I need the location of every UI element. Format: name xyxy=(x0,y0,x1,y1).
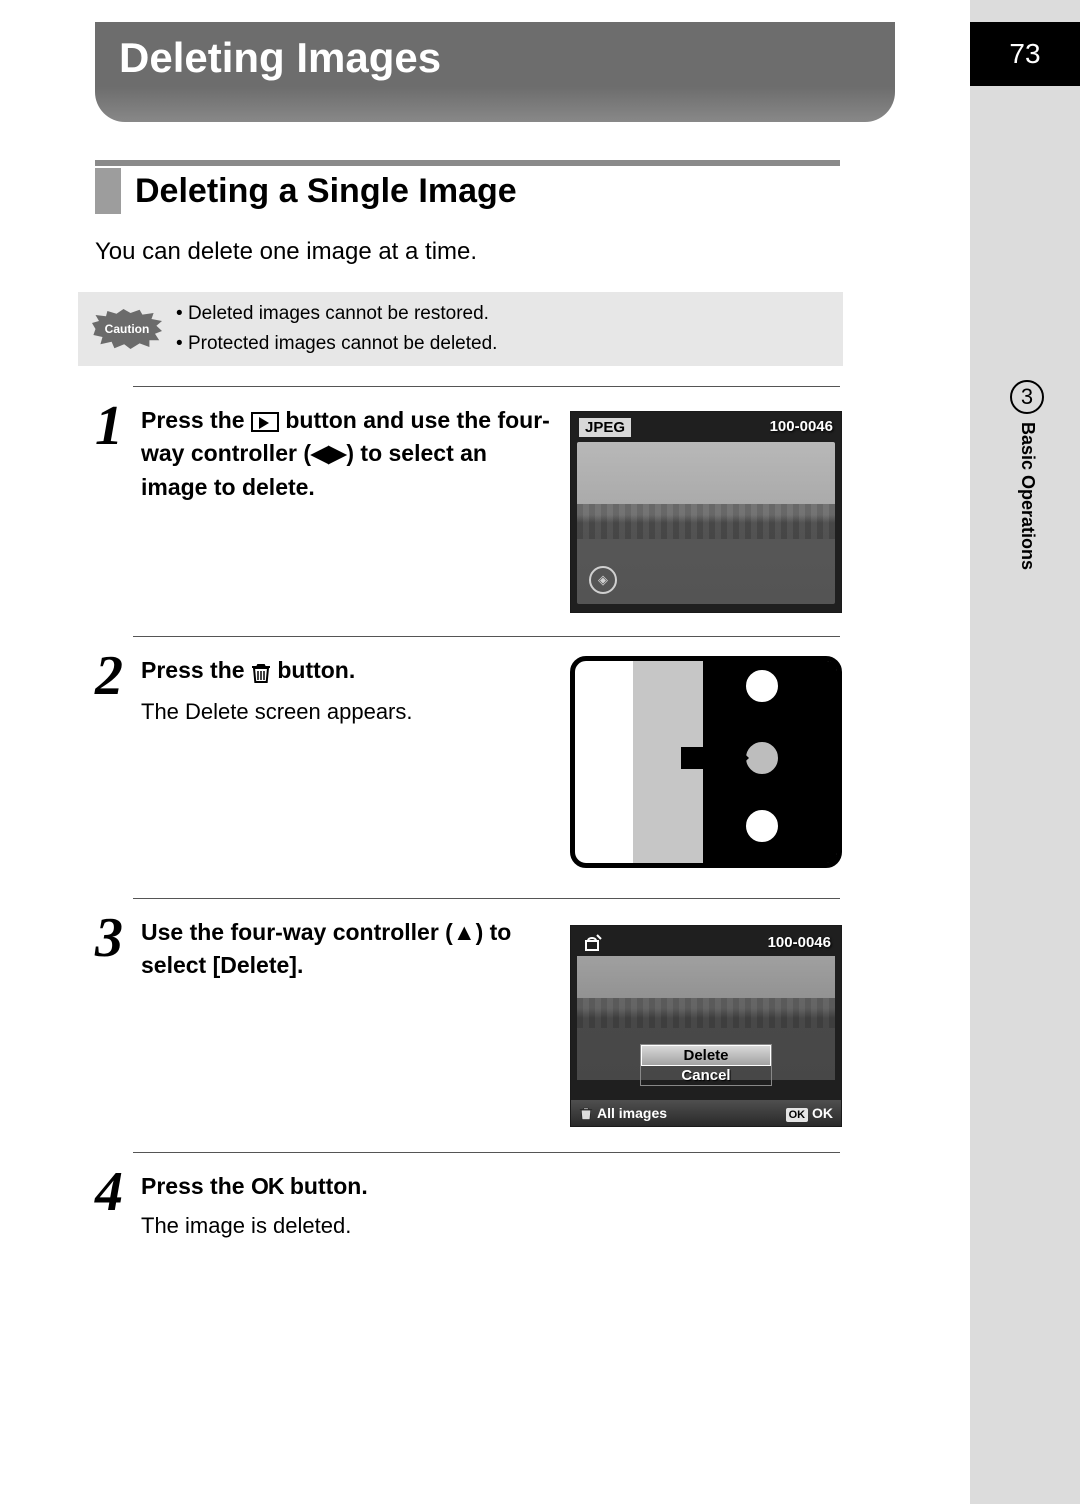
caution-box: Caution Deleted images cannot be restore… xyxy=(78,292,843,366)
caution-burst-icon: Caution xyxy=(92,309,162,349)
ok-button-icon: OK xyxy=(251,1173,284,1199)
step-title-text: button. xyxy=(277,657,355,683)
step-title-text: Press the xyxy=(141,657,251,683)
camera-upper-button xyxy=(743,667,781,705)
step-title: Press the OK button. xyxy=(141,1170,840,1203)
trash-icon xyxy=(579,1105,593,1122)
info-label: INFO xyxy=(743,785,774,800)
delete-dialog: Delete Cancel xyxy=(640,1044,772,1086)
intro-text: You can delete one image at a time. xyxy=(95,238,477,266)
dialog-option-cancel: Cancel xyxy=(641,1066,771,1085)
caution-item: Protected images cannot be deleted. xyxy=(176,329,497,359)
step-number: 2 xyxy=(95,644,123,708)
protect-icon xyxy=(581,932,603,952)
section-accent-bar xyxy=(95,168,121,214)
step-title-text: Press the xyxy=(141,1173,251,1199)
file-number: 100-0046 xyxy=(768,934,831,951)
step-title: Press the button and use the four-way co… xyxy=(141,404,551,504)
preview-treeline xyxy=(577,998,835,1028)
pointer-arrow-icon xyxy=(681,747,733,769)
trash-icon xyxy=(251,655,271,688)
bar-ok: OK OK xyxy=(786,1105,833,1121)
caution-badge: Caution xyxy=(92,309,162,349)
step-title-text: button. xyxy=(290,1173,368,1199)
step-title-text: Press the xyxy=(141,407,251,433)
chapter-number-badge: 3 xyxy=(1010,380,1044,414)
step-number: 4 xyxy=(95,1160,123,1224)
step-title: Use the four-way controller (▲) to selec… xyxy=(141,916,551,983)
step-number: 3 xyxy=(95,906,123,970)
delete-dialog-screenshot: 100-0046 Delete Cancel All images OK OK xyxy=(570,925,842,1127)
section-header: Deleting a Single Image xyxy=(95,160,840,214)
ok-pill: OK xyxy=(786,1108,809,1122)
preview-treeline xyxy=(577,504,835,540)
chapter-name-sidetab: Basic Operations xyxy=(1017,422,1038,570)
page-margin xyxy=(970,0,1080,1504)
step-number: 1 xyxy=(95,394,123,458)
dialog-option-delete: Delete xyxy=(641,1045,771,1066)
playback-icon xyxy=(251,412,279,432)
section-title: Deleting a Single Image xyxy=(135,172,517,211)
caution-item: Deleted images cannot be restored. xyxy=(176,299,497,329)
file-number: 100-0046 xyxy=(770,418,833,437)
section-rule xyxy=(95,160,840,166)
rotation-icon: ◈ xyxy=(589,566,617,594)
camera-buttons-illustration: INFO xyxy=(570,656,842,868)
camera-info-button xyxy=(743,807,781,845)
chapter-title: Deleting Images xyxy=(95,22,895,122)
preview-scene: ◈ xyxy=(577,442,835,604)
bar-all-images: All images xyxy=(597,1105,667,1121)
trash-icon xyxy=(752,704,774,728)
step-description: The image is deleted. xyxy=(141,1213,840,1239)
ok-text: OK xyxy=(812,1105,833,1121)
format-badge: JPEG xyxy=(579,418,631,437)
page-number: 73 xyxy=(970,22,1080,86)
lcd-preview-screenshot: ◈ JPEG 100-0046 xyxy=(570,411,842,613)
